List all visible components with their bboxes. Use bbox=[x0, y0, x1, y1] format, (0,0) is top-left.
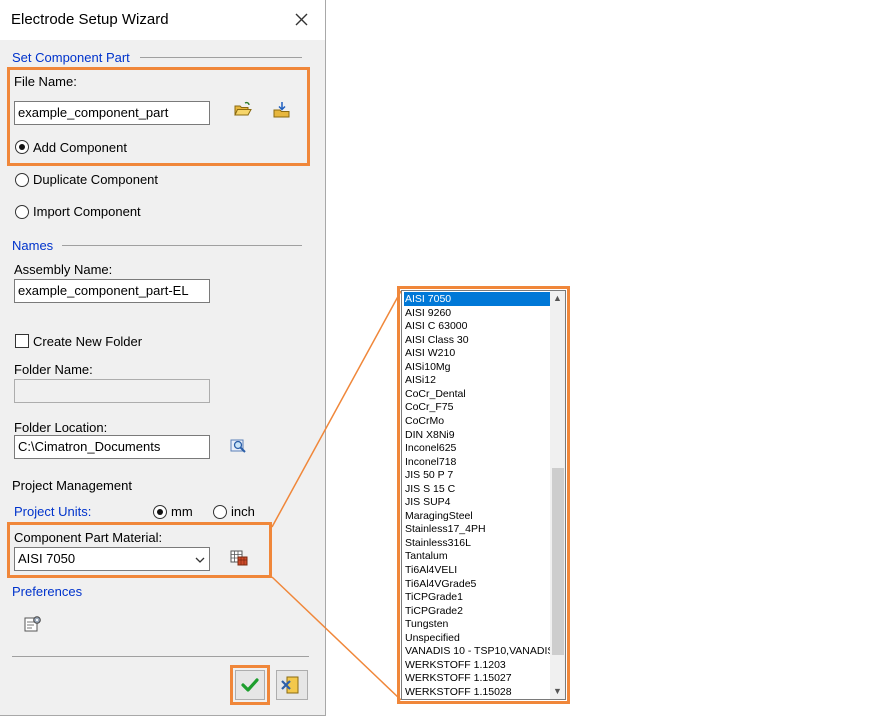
material-list-item[interactable]: CoCr_F75 bbox=[404, 400, 551, 414]
material-list-item[interactable]: DIN X8Ni9 bbox=[404, 428, 551, 442]
material-list-item[interactable]: AISI 9260 bbox=[404, 306, 551, 320]
material-list-item[interactable]: TiCPGrade1 bbox=[404, 590, 551, 604]
material-list-item[interactable]: JIS S 15 C bbox=[404, 482, 551, 496]
material-list-item[interactable]: WERKSTOFF 1.15028 bbox=[404, 685, 551, 699]
material-list-item[interactable]: AISi12 bbox=[404, 373, 551, 387]
material-list-item[interactable]: Stainless17_4PH bbox=[404, 522, 551, 536]
material-list-item[interactable]: CoCr_Dental bbox=[404, 387, 551, 401]
material-list-item[interactable]: AISI 7050 bbox=[404, 292, 551, 306]
material-list-item[interactable]: Tungsten bbox=[404, 617, 551, 631]
material-list-item[interactable]: Inconel625 bbox=[404, 441, 551, 455]
material-list-item[interactable]: VANADIS 10 - TSP10,VANADIS bbox=[404, 644, 551, 658]
material-list-item[interactable]: Tantalum bbox=[404, 549, 551, 563]
scroll-up-icon[interactable]: ▲ bbox=[550, 291, 565, 306]
material-list-item[interactable]: CoCrMo bbox=[404, 414, 551, 428]
callout-line-top bbox=[271, 290, 402, 528]
material-list-item[interactable]: Unspecified bbox=[404, 631, 551, 645]
list-scrollbar-thumb[interactable] bbox=[552, 468, 564, 655]
material-list-item[interactable]: JIS SUP4 bbox=[404, 495, 551, 509]
material-list-item[interactable]: WERKSTOFF 1.15027 bbox=[404, 671, 551, 685]
scroll-down-icon[interactable]: ▼ bbox=[550, 684, 565, 699]
material-list-item[interactable]: WERKSTOFF 1.1203 bbox=[404, 658, 551, 672]
material-list-item[interactable]: Ti6Al4VELI bbox=[404, 563, 551, 577]
material-list-item[interactable]: Stainless316L bbox=[404, 536, 551, 550]
material-list[interactable]: AISI 7050 AISI 9260 AISI C 63000 AISI Class… bbox=[401, 290, 566, 700]
material-list-item[interactable]: Ti6Al4VGrade5 bbox=[404, 577, 551, 591]
material-list-item[interactable]: AISI Class 30 bbox=[404, 333, 551, 347]
material-list-item[interactable]: MaragingSteel bbox=[404, 509, 551, 523]
material-list-item[interactable]: AISi10Mg bbox=[404, 360, 551, 374]
material-list-item[interactable]: AISI C 63000 bbox=[404, 319, 551, 333]
callout-line-bottom bbox=[271, 576, 402, 701]
material-list-item[interactable]: Inconel718 bbox=[404, 455, 551, 469]
material-list-item[interactable]: JIS 50 P 7 bbox=[404, 468, 551, 482]
material-list-item[interactable]: TiCPGrade2 bbox=[404, 604, 551, 618]
material-list-item[interactable]: AISI W210 bbox=[404, 346, 551, 360]
